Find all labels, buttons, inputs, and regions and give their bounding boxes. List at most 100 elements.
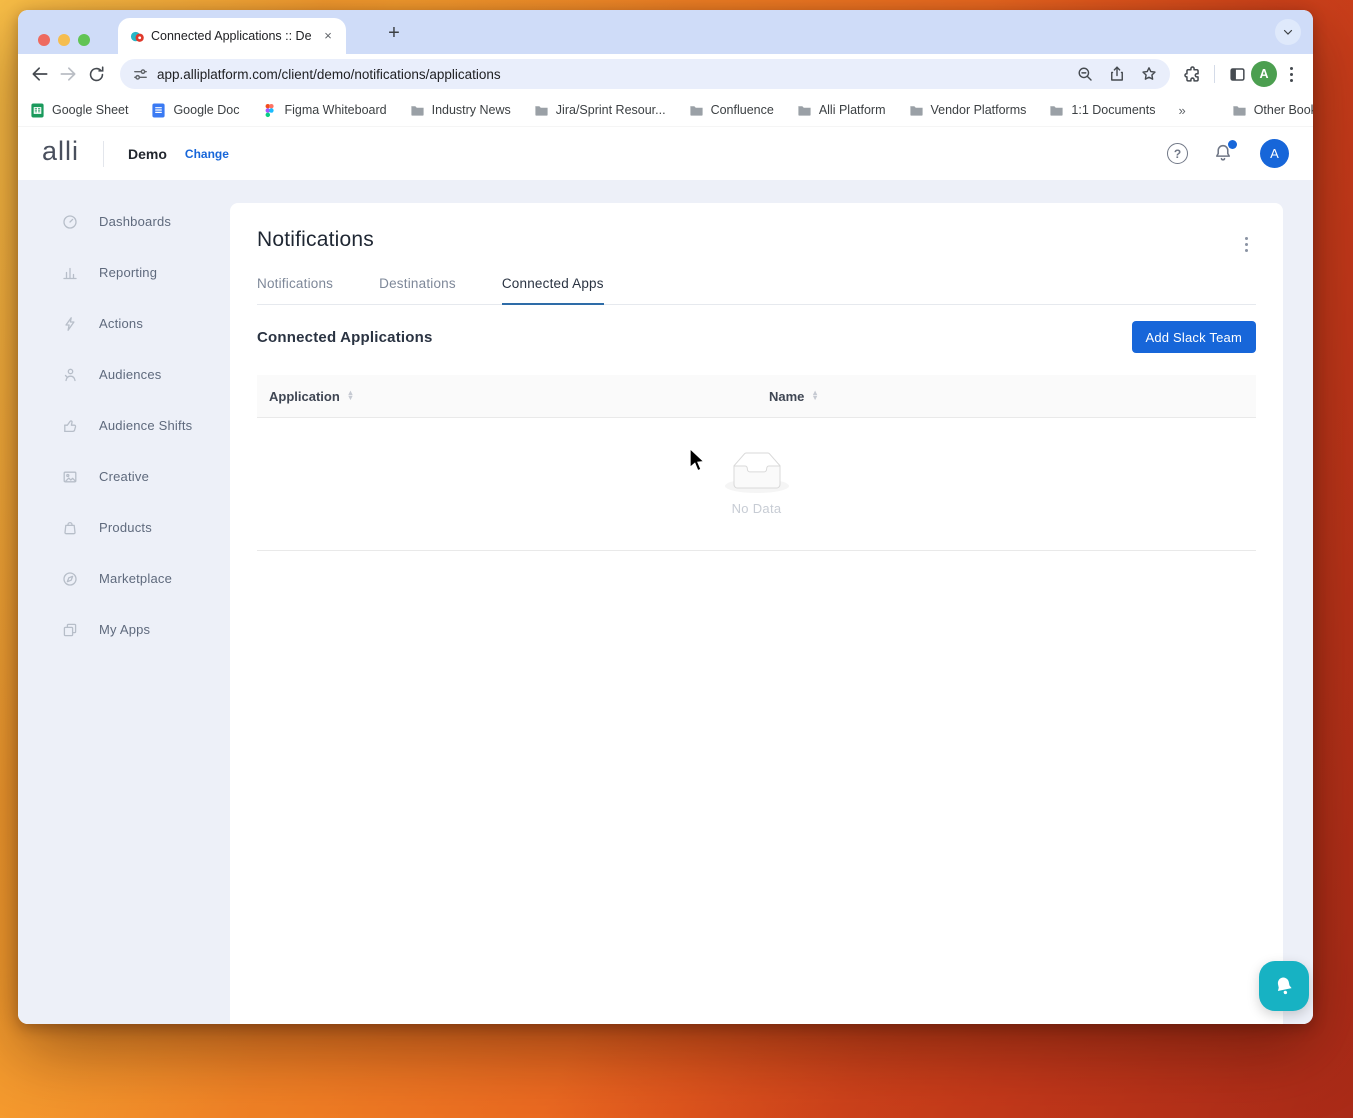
reload-icon: [87, 65, 106, 84]
folder-icon: [1232, 103, 1247, 118]
connected-apps-table: Application ▲▼ Name ▲▼: [257, 375, 1256, 551]
no-data-label: No Data: [732, 501, 782, 516]
tab-strip: Connected Applications :: De: [18, 10, 1313, 54]
bookmark-vendor-platforms[interactable]: Vendor Platforms: [909, 103, 1027, 118]
sort-icon[interactable]: ▲▼: [811, 391, 818, 400]
sidebar-item-reporting[interactable]: Reporting: [18, 247, 230, 298]
new-tab-button[interactable]: [380, 20, 408, 48]
google-docs-icon: [151, 103, 166, 118]
bookmark-industry-news[interactable]: Industry News: [410, 103, 511, 118]
bookmark-label: Alli Platform: [819, 103, 886, 117]
bookmark-google-sheet[interactable]: Google Sheet: [30, 103, 128, 118]
sidebar-item-marketplace[interactable]: Marketplace: [18, 553, 230, 604]
window-minimize-button[interactable]: [58, 34, 70, 46]
sidebar-item-label: Audiences: [99, 367, 162, 382]
tab-search-button[interactable]: [1275, 19, 1301, 45]
column-header-name[interactable]: Name ▲▼: [769, 389, 819, 404]
sort-icon[interactable]: ▲▼: [347, 391, 354, 400]
folder-icon: [797, 103, 812, 118]
card-menu-button[interactable]: [1236, 234, 1256, 254]
side-panel-button[interactable]: [1223, 60, 1251, 88]
browser-profile-avatar[interactable]: A: [1251, 61, 1277, 87]
notifications-bell-button[interactable]: [1212, 142, 1236, 166]
tab-destinations[interactable]: Destinations: [379, 276, 456, 304]
bookmark-jira-sprint[interactable]: Jira/Sprint Resour...: [534, 103, 666, 118]
mouse-cursor: [688, 447, 706, 473]
empty-inbox-icon: [725, 452, 789, 493]
workspace: Dashboards Reporting Actions Audiences A…: [18, 180, 1313, 1024]
toolbar-divider: [1214, 65, 1215, 83]
zoom-icon[interactable]: [1076, 65, 1094, 83]
sidebar-item-audiences[interactable]: Audiences: [18, 349, 230, 400]
tab-connected-apps[interactable]: Connected Apps: [502, 276, 604, 304]
folder-icon: [689, 103, 704, 118]
alli-logo[interactable]: alli: [42, 138, 79, 169]
change-client-link[interactable]: Change: [185, 147, 229, 161]
browser-tab[interactable]: Connected Applications :: De: [118, 18, 346, 54]
bookmark-alli-platform[interactable]: Alli Platform: [797, 103, 886, 118]
sidebar-item-actions[interactable]: Actions: [18, 298, 230, 349]
browser-toolbar: app.alliplatform.com/client/demo/notific…: [18, 54, 1313, 94]
column-header-application[interactable]: Application ▲▼: [257, 389, 769, 404]
back-button[interactable]: [26, 60, 54, 88]
compass-icon: [62, 571, 78, 587]
announcements-fab-button[interactable]: [1259, 961, 1309, 1011]
extensions-button[interactable]: [1178, 60, 1206, 88]
sidebar-item-audience-shifts[interactable]: Audience Shifts: [18, 400, 230, 451]
traffic-lights: [38, 34, 90, 46]
forward-button[interactable]: [54, 60, 82, 88]
site-settings-icon[interactable]: [132, 66, 149, 83]
url-bar[interactable]: app.alliplatform.com/client/demo/notific…: [120, 59, 1170, 89]
page-title: Notifications: [257, 228, 374, 252]
lightning-icon: [62, 316, 78, 332]
sidebar: Dashboards Reporting Actions Audiences A…: [18, 180, 230, 1024]
bookmark-label: Figma Whiteboard: [284, 103, 386, 117]
reload-button[interactable]: [82, 60, 110, 88]
bookmark-label: Google Sheet: [52, 103, 128, 117]
bookmark-figma-whiteboard[interactable]: Figma Whiteboard: [262, 103, 386, 118]
forward-icon: [58, 64, 78, 84]
tab-close-icon[interactable]: [320, 28, 336, 44]
sidebar-item-dashboards[interactable]: Dashboards: [18, 196, 230, 247]
bookmark-google-doc[interactable]: Google Doc: [151, 103, 239, 118]
user-avatar[interactable]: A: [1260, 139, 1289, 168]
tab-title: Connected Applications :: De: [151, 29, 314, 43]
bookmark-label: Google Doc: [173, 103, 239, 117]
sidebar-item-creative[interactable]: Creative: [18, 451, 230, 502]
tab-favicon: [130, 29, 145, 44]
help-icon[interactable]: [1167, 143, 1188, 164]
tab-notifications[interactable]: Notifications: [257, 276, 333, 304]
column-label: Application: [269, 389, 340, 404]
table-header-row: Application ▲▼ Name ▲▼: [257, 375, 1256, 418]
other-bookmarks[interactable]: Other Bookmarks: [1232, 103, 1313, 118]
sidebar-item-label: Dashboards: [99, 214, 171, 229]
add-slack-team-button[interactable]: Add Slack Team: [1132, 321, 1257, 353]
bookmark-star-icon[interactable]: [1140, 65, 1158, 83]
person-icon: [62, 367, 78, 383]
sidebar-item-products[interactable]: Products: [18, 502, 230, 553]
bookmark-label: Industry News: [432, 103, 511, 117]
sidebar-item-my-apps[interactable]: My Apps: [18, 604, 230, 655]
folder-icon: [909, 103, 924, 118]
bookmark-label: 1:1 Documents: [1071, 103, 1155, 117]
bookmark-confluence[interactable]: Confluence: [689, 103, 774, 118]
bookmark-label: Confluence: [711, 103, 774, 117]
window-zoom-button[interactable]: [78, 34, 90, 46]
shopping-bag-icon: [62, 520, 78, 536]
url-text[interactable]: app.alliplatform.com/client/demo/notific…: [157, 67, 1068, 82]
share-icon[interactable]: [1108, 65, 1126, 83]
notification-badge: [1228, 140, 1237, 149]
bookmarks-bar: Google Sheet Google Doc Figma Whiteboard…: [18, 94, 1313, 127]
extensions-puzzle-icon: [1183, 65, 1202, 84]
back-icon: [30, 64, 50, 84]
google-sheets-icon: [30, 103, 45, 118]
bookmarks-overflow-chevron[interactable]: »: [1178, 103, 1185, 118]
bell-icon: [1272, 974, 1296, 998]
kebab-menu-icon: [1245, 243, 1248, 246]
window-close-button[interactable]: [38, 34, 50, 46]
gauge-icon: [62, 214, 78, 230]
browser-menu-button[interactable]: [1277, 60, 1305, 88]
bar-chart-icon: [62, 265, 78, 281]
bookmark-1-1-documents[interactable]: 1:1 Documents: [1049, 103, 1155, 118]
folder-icon: [410, 103, 425, 118]
